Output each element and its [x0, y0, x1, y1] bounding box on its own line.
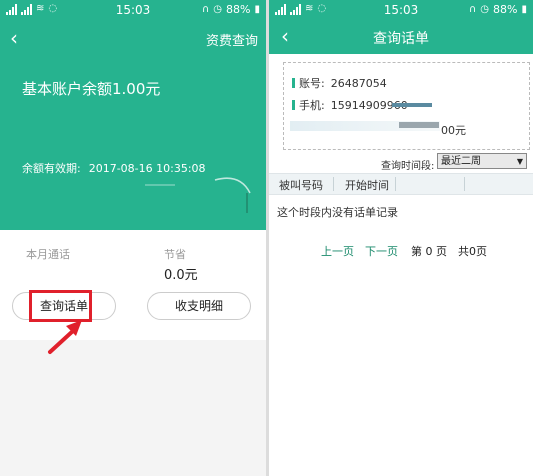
battery-icon: ▮ — [254, 3, 260, 15]
validity-value: 2017-08-16 10:35:08 — [88, 162, 206, 175]
account-info-card: 账号: 26487054 手机: 15914909960 00元 — [283, 62, 530, 150]
page-title: 查询话单 — [373, 31, 429, 47]
amount-tail: 00元 — [441, 124, 466, 137]
phone-row: 手机: 15914909960 — [292, 97, 408, 113]
balance-validity: 余额有效期: 2017-08-16 10:35:08 — [22, 160, 206, 176]
prev-page-link[interactable]: 上一页 — [321, 243, 354, 259]
decoration-lines — [145, 177, 251, 213]
period-select-value: 最近二周 — [441, 156, 481, 167]
balance-text: 基本账户余额1.00元 — [22, 80, 161, 98]
billing-details-button[interactable]: 收支明细 — [147, 292, 251, 320]
current-page: 第 0 页 — [411, 245, 447, 258]
call-records-header: ‹ 查询话单 — [269, 20, 533, 54]
next-page-link[interactable]: 下一页 — [365, 243, 398, 259]
bottom-area — [0, 340, 266, 476]
monthly-calls-label: 本月通话 — [26, 248, 70, 261]
total-pages: 共0页 — [458, 245, 487, 258]
filter-label: 查询时间段: — [381, 161, 435, 172]
back-arrow-icon[interactable]: ‹ — [10, 28, 18, 48]
savings-label: 节省 — [164, 248, 186, 261]
pointer-arrow-icon — [48, 320, 82, 354]
battery-percent: 88% — [226, 3, 251, 16]
fee-query-link[interactable]: 资费查询 — [206, 30, 258, 49]
account-row: 账号: 26487054 — [292, 75, 387, 91]
status-bar-right: ≋ ◌ 15:03 ∩ ◷ 88% ▮ — [269, 0, 533, 20]
chevron-down-icon: ▼ — [516, 157, 523, 166]
col-separator — [464, 177, 465, 191]
records-table-header: 被叫号码 开始时间 — [269, 173, 533, 195]
phone-label: 手机: — [299, 99, 325, 112]
period-select[interactable]: 最近二周 ▼ — [437, 153, 527, 169]
status-bar: ≋ ◌ 15:03 ∩ ◷ 88% ▮ — [0, 0, 266, 20]
alarm-icon: ◷ — [213, 3, 223, 15]
headphone-icon-right: ∩ — [468, 3, 477, 15]
headphone-icon: ∩ — [201, 3, 210, 15]
right-phone-screen: ≋ ◌ 15:03 ∩ ◷ 88% ▮ ‹ 查询话单 账号: 26487054 … — [269, 0, 533, 476]
account-marker — [292, 78, 295, 88]
balance-panel: ‹ 资费查询 基本账户余额1.00元 余额有效期: 2017-08-16 10:3… — [0, 20, 266, 230]
redacted-amount-2 — [399, 122, 439, 128]
phone-marker — [292, 100, 295, 110]
col-separator — [333, 177, 334, 191]
battery-icon-right: ▮ — [521, 3, 527, 15]
stats-panel: 本月通话 节省 0.0元 查询话单 收支明细 — [0, 230, 266, 340]
battery-percent-right: 88% — [493, 3, 518, 16]
account-label: 账号: — [299, 77, 325, 90]
col-separator — [395, 177, 396, 191]
col-header-callee: 被叫号码 — [279, 179, 323, 192]
left-phone-screen: ≋ ◌ 15:03 ∩ ◷ 88% ▮ ‹ 资费查询 基本账户余额1.00元 余… — [0, 0, 266, 476]
validity-label: 余额有效期: — [22, 162, 81, 175]
account-value: 26487054 — [330, 76, 387, 90]
savings-value: 0.0元 — [164, 268, 198, 283]
col-header-start-time: 开始时间 — [345, 179, 389, 192]
empty-message: 这个时段内没有话单记录 — [277, 206, 398, 219]
alarm-icon-right: ◷ — [480, 3, 490, 15]
redacted-mark — [392, 103, 432, 107]
